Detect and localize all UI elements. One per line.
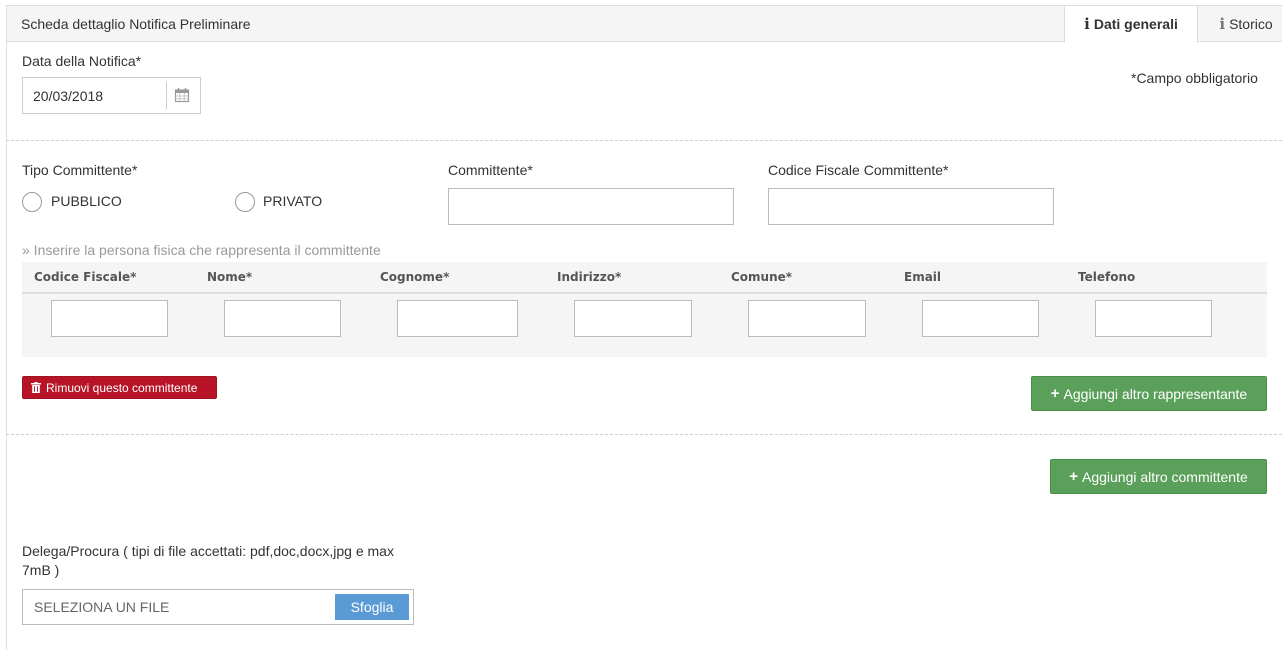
cognome-field[interactable] [397, 300, 518, 337]
date-input[interactable]: 20/03/2018 [22, 77, 201, 114]
codice-fiscale-committente-input[interactable] [768, 188, 1054, 225]
col-codice-fiscale: Codice Fiscale* [34, 270, 137, 284]
date-value: 20/03/2018 [33, 88, 104, 104]
remove-committente-button[interactable]: Rimuovi questo committente [22, 376, 217, 399]
radio-privato[interactable] [235, 192, 255, 212]
codice-fiscale-committente-label: Codice Fiscale Committente* [768, 162, 949, 178]
calendar-icon[interactable] [174, 87, 190, 103]
email-field[interactable] [922, 300, 1039, 337]
radio-pubblico[interactable] [22, 192, 42, 212]
col-telefono: Telefono [1078, 270, 1136, 284]
col-nome: Nome* [207, 270, 253, 284]
col-comune: Comune* [731, 270, 793, 284]
tipo-committente-label: Tipo Committente* [22, 162, 138, 178]
info-icon: i [1219, 15, 1226, 33]
add-committente-label: Aggiungi altro committente [1082, 468, 1248, 485]
delega-label-cont: 7mB ) [22, 562, 60, 578]
add-committente-button[interactable]: + Aggiungi altro committente [1050, 459, 1267, 494]
committente-input[interactable] [448, 188, 734, 225]
tab-label: Storico [1229, 16, 1273, 32]
info-icon: i [1084, 15, 1090, 33]
add-rappresentante-label: Aggiungi altro rappresentante [1063, 385, 1248, 402]
section-divider [6, 434, 1282, 435]
delega-label: Delega/Procura ( tipi di file accettati:… [22, 543, 394, 559]
tab-dati-generali[interactable]: i Dati generali [1064, 5, 1198, 43]
add-rappresentante-button[interactable]: + Aggiungi altro rappresentante [1031, 376, 1267, 411]
tab-label: Dati generali [1093, 16, 1178, 32]
required-note: *Campo obbligatorio [1131, 70, 1258, 86]
nome-field[interactable] [224, 300, 341, 337]
comune-field[interactable] [748, 300, 866, 337]
plus-icon: + [1069, 468, 1078, 485]
col-email: Email [904, 270, 942, 284]
section-divider [6, 140, 1282, 141]
file-placeholder: SELEZIONA UN FILE [34, 599, 170, 615]
page-title: Scheda dettaglio Notifica Preliminare [21, 16, 251, 32]
remove-committente-label: Rimuovi questo committente [46, 380, 198, 395]
date-divider [166, 82, 167, 109]
panel-header: Scheda dettaglio Notifica Preliminare i … [6, 5, 1282, 43]
plus-icon: + [1050, 385, 1060, 402]
codice-fiscale-field[interactable] [51, 300, 168, 337]
col-cognome: Cognome* [380, 270, 450, 284]
panel-border [6, 42, 7, 650]
radio-privato-label: PRIVATO [263, 193, 323, 209]
browse-label: Sfoglia [350, 599, 394, 615]
table-header-line [22, 292, 1267, 294]
telefono-field[interactable] [1095, 300, 1212, 337]
browse-button[interactable]: Sfoglia [335, 594, 409, 620]
tab-storico[interactable]: i Storico [1203, 5, 1282, 43]
radio-pubblico-label: PUBBLICO [51, 193, 122, 209]
date-label: Data della Notifica* [22, 53, 142, 69]
file-upload[interactable]: SELEZIONA UN FILE Sfoglia [22, 589, 414, 625]
indirizzo-field[interactable] [574, 300, 692, 337]
trash-icon [31, 382, 41, 393]
committente-label: Committente* [448, 162, 533, 178]
rappresentante-hint: » Inserire la persona fisica che rappres… [22, 242, 381, 258]
col-indirizzo: Indirizzo* [557, 270, 622, 284]
